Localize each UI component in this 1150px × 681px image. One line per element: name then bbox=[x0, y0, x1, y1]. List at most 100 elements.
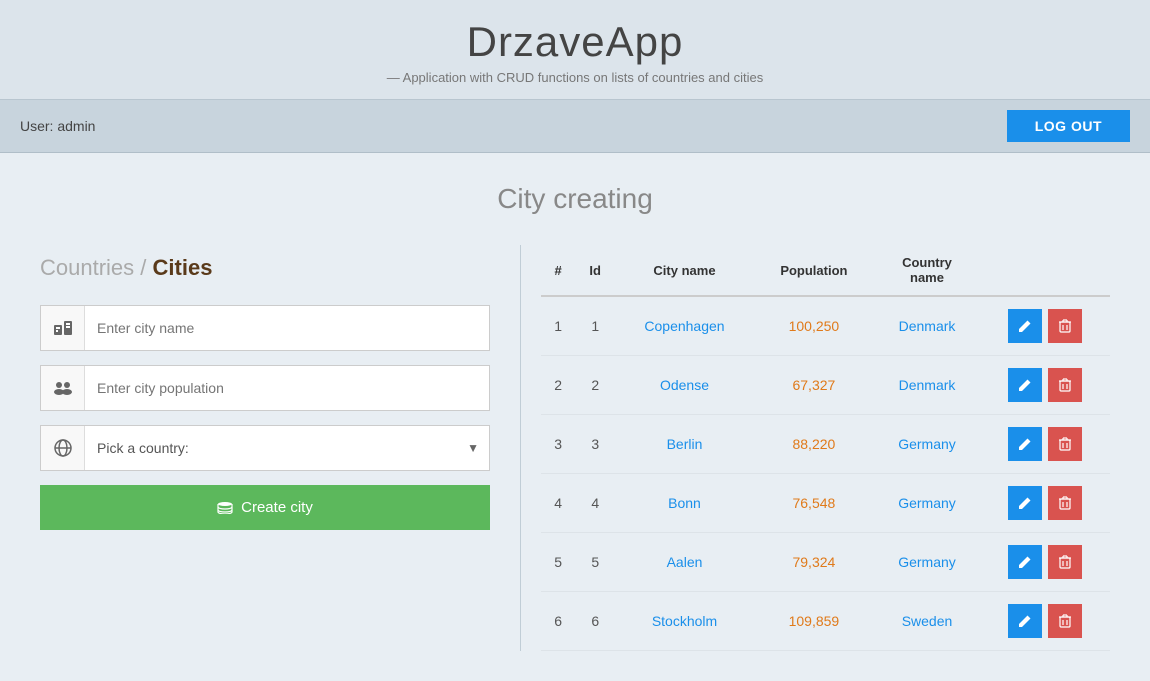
country-select-wrapper: Pick a country: Denmark Germany Sweden ▼ bbox=[85, 426, 489, 470]
database-icon bbox=[217, 502, 233, 514]
edit-button[interactable] bbox=[1008, 604, 1042, 638]
delete-button[interactable] bbox=[1048, 545, 1082, 579]
cell-id: 6 bbox=[575, 592, 615, 651]
cell-country-name: Germany bbox=[874, 474, 980, 533]
country-select[interactable]: Pick a country: Denmark Germany Sweden bbox=[85, 426, 489, 470]
city-name-input[interactable] bbox=[85, 306, 489, 350]
edit-icon bbox=[1018, 614, 1032, 628]
trash-icon bbox=[1059, 378, 1071, 392]
cell-num: 4 bbox=[541, 474, 575, 533]
breadcrumb-cities: Cities bbox=[153, 255, 213, 280]
edit-button[interactable] bbox=[1008, 427, 1042, 461]
app-subtitle: — Application with CRUD functions on lis… bbox=[0, 70, 1150, 85]
delete-button[interactable] bbox=[1048, 368, 1082, 402]
cell-city-name: Bonn bbox=[615, 474, 754, 533]
city-population-group bbox=[40, 365, 490, 411]
cell-population: 67,327 bbox=[754, 356, 874, 415]
action-buttons bbox=[988, 486, 1102, 520]
action-buttons bbox=[988, 545, 1102, 579]
trash-icon bbox=[1059, 496, 1071, 510]
table-header-row: # Id City name Population Countryname bbox=[541, 245, 1110, 296]
form-panel: Countries / Cities bbox=[30, 245, 510, 651]
cell-country-name: Denmark bbox=[874, 356, 980, 415]
cell-num: 3 bbox=[541, 415, 575, 474]
breadcrumb: Countries / Cities bbox=[40, 255, 490, 281]
city-name-group bbox=[40, 305, 490, 351]
cell-id: 4 bbox=[575, 474, 615, 533]
city-icon bbox=[41, 306, 85, 350]
cell-num: 6 bbox=[541, 592, 575, 651]
breadcrumb-countries: Countries bbox=[40, 255, 134, 280]
table-row: 5 5 Aalen 79,324 Germany bbox=[541, 533, 1110, 592]
trash-icon bbox=[1059, 319, 1071, 333]
action-buttons bbox=[988, 368, 1102, 402]
delete-button[interactable] bbox=[1048, 427, 1082, 461]
cell-city-name: Berlin bbox=[615, 415, 754, 474]
breadcrumb-separator: / bbox=[140, 255, 152, 280]
panel-divider bbox=[520, 245, 521, 651]
col-id: Id bbox=[575, 245, 615, 296]
navbar: User: admin LOG OUT bbox=[0, 100, 1150, 153]
cell-actions bbox=[980, 296, 1110, 356]
city-population-input[interactable] bbox=[85, 366, 489, 410]
edit-button[interactable] bbox=[1008, 545, 1042, 579]
cell-country-name: Denmark bbox=[874, 296, 980, 356]
cell-city-name: Stockholm bbox=[615, 592, 754, 651]
logout-button[interactable]: LOG OUT bbox=[1007, 110, 1130, 142]
action-buttons bbox=[988, 427, 1102, 461]
delete-button[interactable] bbox=[1048, 309, 1082, 343]
edit-icon bbox=[1018, 378, 1032, 392]
user-label: User: admin bbox=[20, 118, 95, 134]
col-actions bbox=[980, 245, 1110, 296]
col-city-name: City name bbox=[615, 245, 754, 296]
cell-num: 2 bbox=[541, 356, 575, 415]
col-country-name: Countryname bbox=[874, 245, 980, 296]
cell-actions bbox=[980, 533, 1110, 592]
create-city-label: Create city bbox=[241, 499, 313, 516]
cell-city-name: Aalen bbox=[615, 533, 754, 592]
cell-population: 109,859 bbox=[754, 592, 874, 651]
header: DrzaveApp — Application with CRUD functi… bbox=[0, 0, 1150, 100]
edit-icon bbox=[1018, 437, 1032, 451]
action-buttons bbox=[988, 309, 1102, 343]
cell-country-name: Germany bbox=[874, 533, 980, 592]
country-select-group: Pick a country: Denmark Germany Sweden ▼ bbox=[40, 425, 490, 471]
table-panel: # Id City name Population Countryname 1 … bbox=[531, 245, 1120, 651]
edit-icon bbox=[1018, 496, 1032, 510]
cell-city-name: Copenhagen bbox=[615, 296, 754, 356]
table-row: 3 3 Berlin 88,220 Germany bbox=[541, 415, 1110, 474]
cell-population: 76,548 bbox=[754, 474, 874, 533]
cell-actions bbox=[980, 356, 1110, 415]
table-row: 2 2 Odense 67,327 Denmark bbox=[541, 356, 1110, 415]
trash-icon bbox=[1059, 614, 1071, 628]
page-title: City creating bbox=[30, 183, 1120, 215]
trash-icon bbox=[1059, 437, 1071, 451]
edit-icon bbox=[1018, 319, 1032, 333]
cell-id: 2 bbox=[575, 356, 615, 415]
cell-population: 79,324 bbox=[754, 533, 874, 592]
population-icon bbox=[41, 366, 85, 410]
cell-actions bbox=[980, 592, 1110, 651]
edit-button[interactable] bbox=[1008, 309, 1042, 343]
table-row: 6 6 Stockholm 109,859 Sweden bbox=[541, 592, 1110, 651]
cities-table: # Id City name Population Countryname 1 … bbox=[541, 245, 1110, 651]
edit-icon bbox=[1018, 555, 1032, 569]
edit-button[interactable] bbox=[1008, 368, 1042, 402]
cell-id: 5 bbox=[575, 533, 615, 592]
cell-actions bbox=[980, 415, 1110, 474]
cell-population: 100,250 bbox=[754, 296, 874, 356]
cell-num: 5 bbox=[541, 533, 575, 592]
cell-id: 3 bbox=[575, 415, 615, 474]
app-title: DrzaveApp bbox=[0, 18, 1150, 66]
delete-button[interactable] bbox=[1048, 486, 1082, 520]
cell-actions bbox=[980, 474, 1110, 533]
cell-country-name: Germany bbox=[874, 415, 980, 474]
col-num: # bbox=[541, 245, 575, 296]
delete-button[interactable] bbox=[1048, 604, 1082, 638]
cell-num: 1 bbox=[541, 296, 575, 356]
content-row: Countries / Cities bbox=[30, 245, 1120, 651]
cell-id: 1 bbox=[575, 296, 615, 356]
create-city-button[interactable]: Create city bbox=[40, 485, 490, 530]
cell-country-name: Sweden bbox=[874, 592, 980, 651]
edit-button[interactable] bbox=[1008, 486, 1042, 520]
